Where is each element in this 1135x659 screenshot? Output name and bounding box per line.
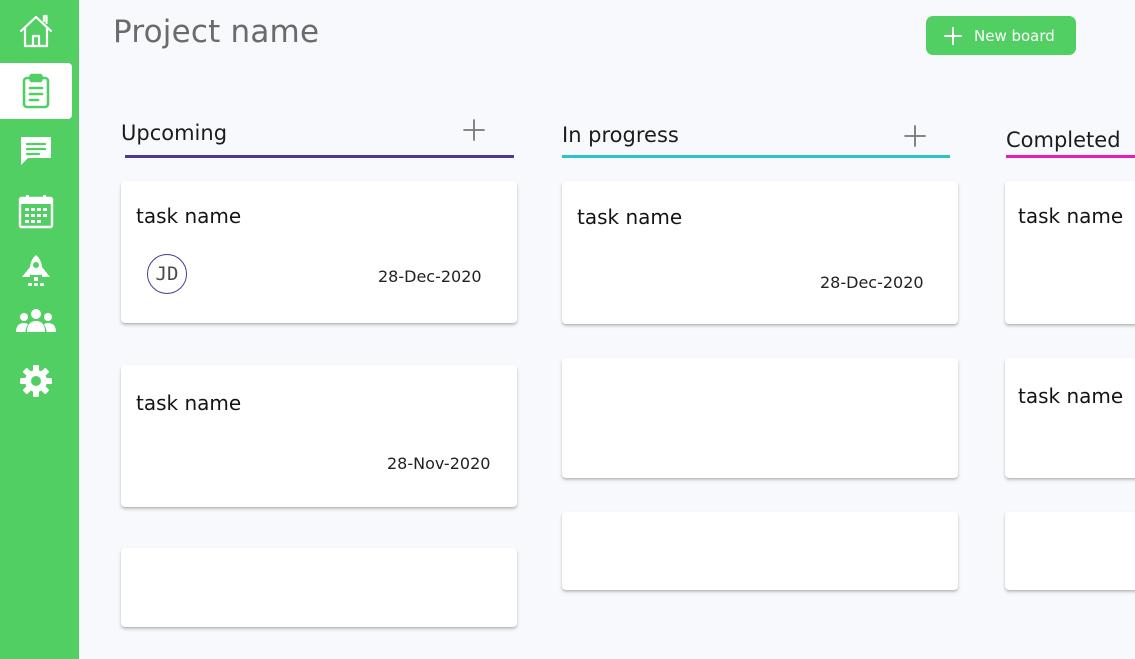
task-card[interactable]: task name JD 28-Dec-2020 bbox=[121, 181, 517, 323]
add-task-button[interactable] bbox=[462, 118, 486, 142]
clipboard-icon bbox=[21, 73, 51, 109]
new-board-label: New board bbox=[974, 26, 1055, 45]
gear-icon bbox=[18, 363, 54, 399]
task-card[interactable]: task name 28-Nov-2020 bbox=[121, 365, 517, 507]
rocket-icon bbox=[18, 253, 54, 289]
task-card[interactable] bbox=[121, 548, 517, 627]
task-card[interactable] bbox=[562, 512, 958, 590]
sidebar-item-messages[interactable] bbox=[0, 123, 72, 179]
due-date: 28-Dec-2020 bbox=[378, 267, 482, 286]
plus-icon bbox=[944, 26, 962, 45]
add-task-button[interactable] bbox=[903, 124, 927, 148]
chat-icon bbox=[18, 134, 54, 168]
sidebar-item-calendar[interactable] bbox=[0, 183, 72, 239]
sidebar bbox=[0, 0, 79, 659]
task-card[interactable] bbox=[1005, 512, 1135, 590]
page-title: Project name bbox=[113, 14, 320, 50]
task-card[interactable] bbox=[562, 358, 958, 478]
column-title: Upcoming bbox=[121, 121, 228, 145]
plus-icon bbox=[903, 125, 927, 152]
new-board-button[interactable]: New board bbox=[926, 16, 1076, 55]
task-name: task name bbox=[136, 204, 242, 228]
plus-icon bbox=[462, 119, 486, 146]
column-divider bbox=[562, 155, 950, 158]
team-icon bbox=[15, 306, 57, 336]
avatar[interactable]: JD bbox=[147, 254, 187, 294]
sidebar-item-launch[interactable] bbox=[0, 243, 72, 299]
column-title: In progress bbox=[562, 123, 679, 147]
column-divider bbox=[125, 155, 514, 158]
column-divider bbox=[1006, 155, 1135, 158]
sidebar-item-home[interactable] bbox=[0, 3, 72, 59]
home-icon bbox=[17, 12, 55, 50]
due-date: 28-Dec-2020 bbox=[820, 273, 924, 292]
column-title: Completed bbox=[1006, 128, 1121, 152]
task-card[interactable]: task name bbox=[1005, 358, 1135, 478]
due-date: 28-Nov-2020 bbox=[387, 454, 491, 473]
task-name: task name bbox=[577, 205, 683, 229]
task-name: task name bbox=[136, 391, 242, 415]
task-name: task name bbox=[1018, 384, 1124, 408]
task-name: task name bbox=[1018, 204, 1124, 228]
sidebar-item-settings[interactable] bbox=[0, 353, 72, 409]
task-card[interactable]: task name bbox=[1005, 181, 1135, 324]
task-card[interactable]: task name 28-Dec-2020 bbox=[562, 181, 958, 324]
sidebar-item-tasks[interactable] bbox=[0, 63, 72, 119]
calendar-icon bbox=[18, 193, 54, 229]
board-area: Project name New board Upcoming task nam… bbox=[79, 0, 1135, 659]
sidebar-item-team[interactable] bbox=[0, 293, 72, 349]
